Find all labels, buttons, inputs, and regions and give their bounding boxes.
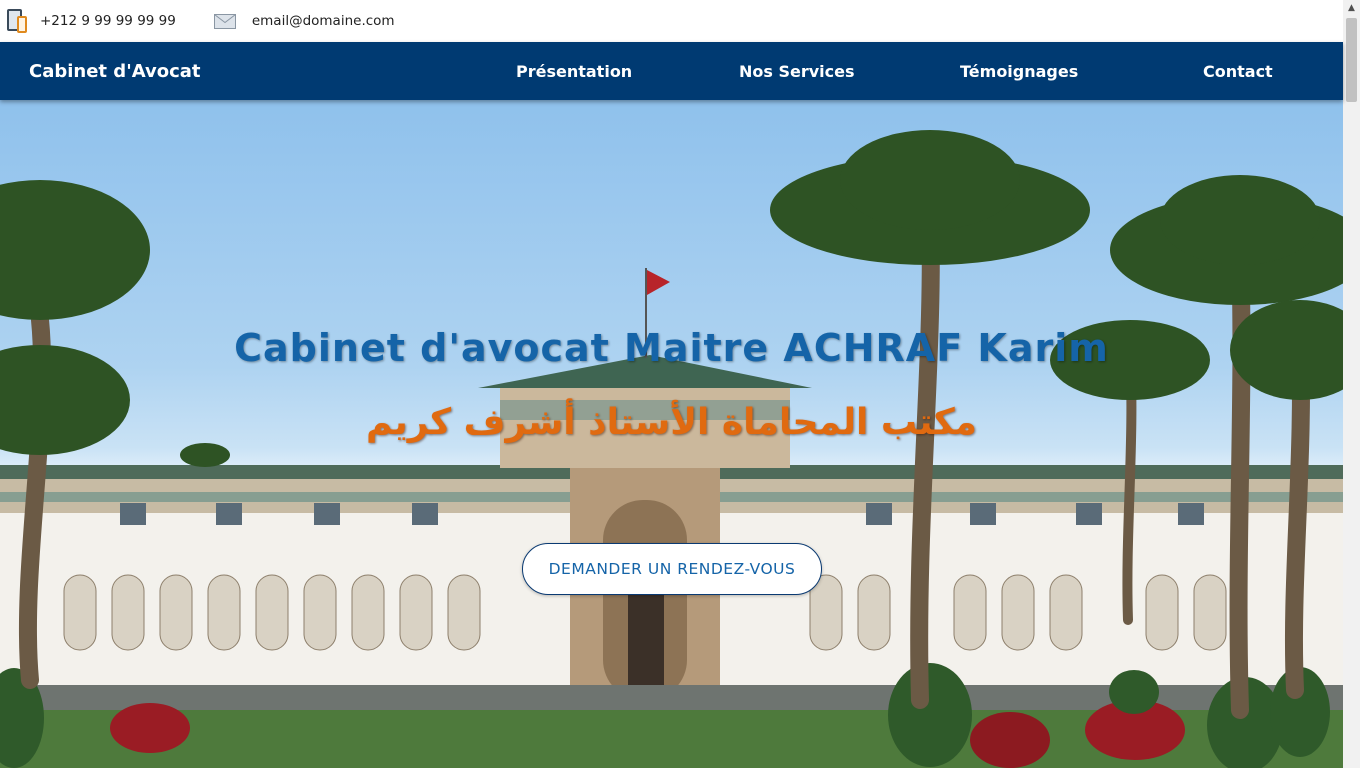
nav-temoignages[interactable]: Témoignages: [960, 62, 1078, 81]
phone-icon: [6, 8, 30, 34]
contact-bar: +212 9 99 99 99 99 email@domaine.com: [0, 0, 1343, 42]
phone-contact[interactable]: +212 9 99 99 99 99: [6, 8, 176, 34]
nav-contact[interactable]: Contact: [1203, 62, 1273, 81]
email-contact[interactable]: email@domaine.com: [176, 13, 395, 29]
main-navbar: Cabinet d'Avocat Présentation Nos Servic…: [0, 42, 1343, 100]
hero-subtitle-arabic: مكتب المحاماة الأستاذ أشرف كريم: [366, 402, 977, 443]
phone-number: +212 9 99 99 99 99: [40, 13, 176, 29]
envelope-icon: [213, 13, 236, 29]
nav-presentation[interactable]: Présentation: [516, 62, 632, 81]
page-scrollbar[interactable]: ▲: [1343, 0, 1360, 768]
scroll-thumb[interactable]: [1346, 18, 1357, 102]
appointment-button[interactable]: DEMANDER UN RENDEZ-VOUS: [522, 543, 822, 595]
email-address: email@domaine.com: [251, 13, 395, 29]
hero-title: Cabinet d'avocat Maitre ACHRAF Karim: [234, 326, 1109, 370]
hero-section: Cabinet d'avocat Maitre ACHRAF Karim مكت…: [0, 100, 1343, 768]
scroll-up-arrow-icon[interactable]: ▲: [1343, 0, 1360, 17]
brand-logo-text[interactable]: Cabinet d'Avocat: [29, 61, 201, 82]
nav-services[interactable]: Nos Services: [739, 62, 855, 81]
